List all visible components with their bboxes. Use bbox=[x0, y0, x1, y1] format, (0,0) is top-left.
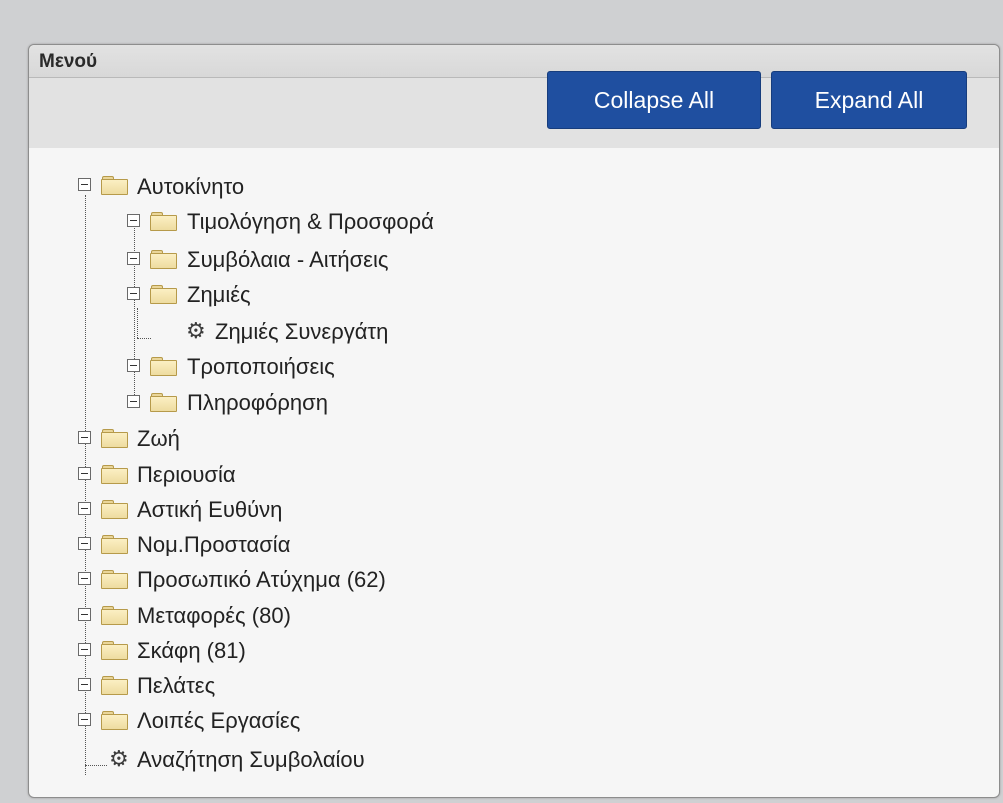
expand-toggle[interactable] bbox=[78, 608, 91, 621]
tree-node-label[interactable]: Πελάτες bbox=[137, 673, 215, 699]
folder-icon bbox=[150, 357, 177, 376]
folder-icon bbox=[101, 465, 128, 484]
tree-node-label[interactable]: Ζημιές Συνεργάτη bbox=[215, 319, 388, 345]
expand-toggle[interactable] bbox=[78, 713, 91, 726]
collapse-toggle[interactable] bbox=[127, 287, 140, 300]
folder-icon bbox=[150, 250, 177, 269]
tree-guide-line bbox=[137, 308, 138, 338]
folder-icon bbox=[101, 176, 128, 195]
tree-node-label[interactable]: Ζωή bbox=[137, 426, 180, 452]
expand-toggle[interactable] bbox=[78, 431, 91, 444]
tree-node-label[interactable]: Προσωπικό Ατύχημα (62) bbox=[137, 567, 386, 593]
tree-node-label[interactable]: Αυτοκίνητο bbox=[137, 174, 244, 200]
folder-icon bbox=[150, 212, 177, 231]
expand-toggle[interactable] bbox=[78, 502, 91, 515]
gear-icon: ⚙ bbox=[186, 318, 206, 343]
folder-icon bbox=[101, 570, 128, 589]
folder-icon bbox=[101, 535, 128, 554]
expand-toggle[interactable] bbox=[127, 395, 140, 408]
tree-node-label[interactable]: Συμβόλαια - Αιτήσεις bbox=[187, 247, 388, 273]
menu-tree: Αυτοκίνητο Τιμολόγηση & Προσφορά Συμβόλα… bbox=[29, 45, 999, 797]
folder-icon bbox=[150, 285, 177, 304]
tree-node-label[interactable]: Περιουσία bbox=[137, 462, 236, 488]
tree-node-label[interactable]: Νομ.Προστασία bbox=[137, 532, 290, 558]
tree-guide-line bbox=[137, 338, 151, 339]
expand-toggle[interactable] bbox=[127, 252, 140, 265]
expand-toggle[interactable] bbox=[127, 214, 140, 227]
folder-icon bbox=[101, 606, 128, 625]
collapse-toggle[interactable] bbox=[78, 178, 91, 191]
expand-toggle[interactable] bbox=[78, 467, 91, 480]
folder-icon bbox=[101, 641, 128, 660]
tree-node-label[interactable]: Τροποποιήσεις bbox=[187, 354, 335, 380]
tree-node-label[interactable]: Λοιπές Εργασίες bbox=[137, 708, 300, 734]
tree-node-label[interactable]: Αναζήτηση Συμβολαίου bbox=[137, 747, 365, 773]
folder-icon bbox=[101, 500, 128, 519]
expand-toggle[interactable] bbox=[78, 678, 91, 691]
expand-toggle[interactable] bbox=[78, 643, 91, 656]
tree-node-label[interactable]: Μεταφορές (80) bbox=[137, 603, 291, 629]
expand-toggle[interactable] bbox=[78, 572, 91, 585]
tree-guide-line bbox=[85, 765, 107, 766]
folder-icon bbox=[150, 393, 177, 412]
expand-toggle[interactable] bbox=[78, 537, 91, 550]
tree-node-label[interactable]: Τιμολόγηση & Προσφορά bbox=[187, 209, 434, 235]
folder-icon bbox=[101, 429, 128, 448]
tree-node-label[interactable]: Σκάφη (81) bbox=[137, 638, 246, 664]
gear-icon: ⚙ bbox=[109, 746, 129, 771]
menu-panel: Μενού Collapse All Expand All Αυτοκίνητο… bbox=[28, 44, 1000, 798]
tree-node-label[interactable]: Πληροφόρηση bbox=[187, 390, 328, 416]
tree-node-label[interactable]: Αστική Ευθύνη bbox=[137, 497, 282, 523]
expand-toggle[interactable] bbox=[127, 359, 140, 372]
tree-node-label[interactable]: Ζημιές bbox=[187, 282, 251, 308]
folder-icon bbox=[101, 676, 128, 695]
folder-icon bbox=[101, 711, 128, 730]
